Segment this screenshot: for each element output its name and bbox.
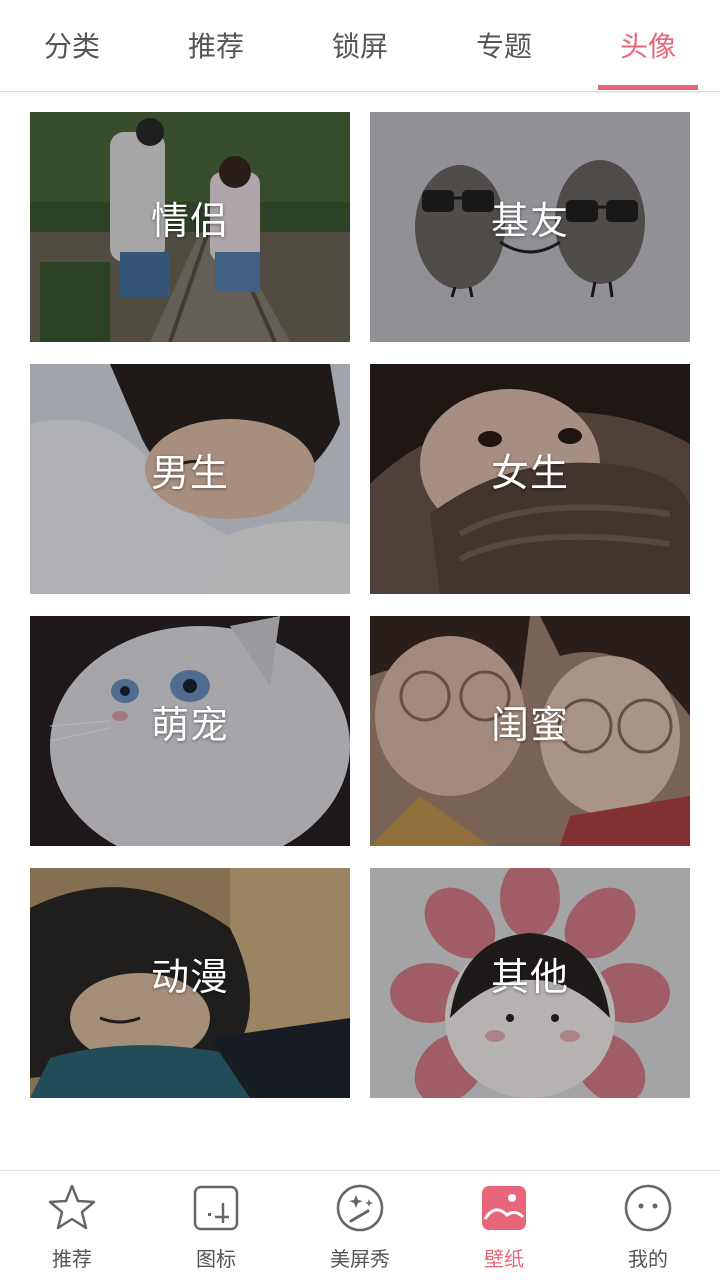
app-screen: 分类 推荐 锁屏 专题 头像 情侣 基友 男生 女生 萌宠 闺蜜 动漫 其他 推…	[0, 0, 720, 1280]
magic-wand-icon	[336, 1184, 384, 1232]
category-label: 女生	[490, 450, 569, 495]
category-card-besties[interactable]: 闺蜜	[370, 616, 690, 846]
category-label: 情侣	[150, 198, 229, 243]
category-label: 男生	[150, 450, 229, 495]
tab-lockscreen[interactable]: 锁屏	[288, 0, 432, 90]
nav-label: 壁纸	[484, 1247, 524, 1271]
wallpaper-icon	[482, 1186, 526, 1230]
nav-label: 我的	[628, 1247, 668, 1271]
category-card-couple[interactable]: 情侣	[30, 112, 350, 342]
category-label: 萌宠	[150, 702, 229, 747]
category-card-other[interactable]: 其他	[370, 868, 690, 1098]
tab-recommend[interactable]: 推荐	[144, 0, 288, 90]
category-label: 闺蜜	[490, 702, 569, 747]
face-icon	[624, 1184, 672, 1232]
tab-avatar[interactable]: 头像	[576, 0, 720, 90]
active-tab-indicator	[598, 85, 698, 90]
tab-topics[interactable]: 专题	[432, 0, 576, 90]
nav-item-wallpaper[interactable]: 壁纸	[432, 1171, 576, 1280]
nav-label: 美屏秀	[330, 1247, 390, 1271]
nav-item-icons[interactable]: 图标	[144, 1171, 288, 1280]
nav-label: 图标	[196, 1247, 236, 1271]
category-card-anime[interactable]: 动漫	[30, 868, 350, 1098]
bottom-nav-bar: 推荐 图标 美屏秀 壁纸 我的	[0, 1170, 720, 1280]
nav-item-profile[interactable]: 我的	[576, 1171, 720, 1280]
app-icon	[193, 1185, 239, 1231]
category-card-girls[interactable]: 女生	[370, 364, 690, 594]
category-card-boys[interactable]: 男生	[30, 364, 350, 594]
top-tab-bar: 分类 推荐 锁屏 专题 头像	[0, 0, 720, 92]
category-label: 基友	[490, 198, 569, 243]
tab-category[interactable]: 分类	[0, 0, 144, 90]
nav-label: 推荐	[52, 1247, 92, 1271]
category-card-pets[interactable]: 萌宠	[30, 616, 350, 846]
star-icon	[48, 1184, 96, 1230]
category-label: 其他	[490, 954, 569, 999]
category-card-buddies[interactable]: 基友	[370, 112, 690, 342]
nav-item-recommend[interactable]: 推荐	[0, 1171, 144, 1280]
nav-item-showcase[interactable]: 美屏秀	[288, 1171, 432, 1280]
category-label: 动漫	[150, 954, 229, 999]
